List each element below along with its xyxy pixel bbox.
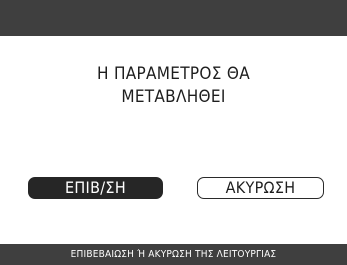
footer-hint: ΕΠΙΒΕΒΑΙΩΣΗ Ή ΑΚΥΡΩΣΗ ΤΗΣ ΛΕΙΤΟΥΡΓΙΑΣ [0,244,347,265]
parameter-change-dialog: Η ΠΑΡΑΜΕΤΡΟΣ ΘΑ ΜΕΤΑΒΛΗΘΕΙ ΕΠΙΒ/ΣΗ ΑΚΥΡΩ… [0,0,347,265]
confirm-button[interactable]: ΕΠΙΒ/ΣΗ [28,177,163,199]
dialog-body: Η ΠΑΡΑΜΕΤΡΟΣ ΘΑ ΜΕΤΑΒΛΗΘΕΙ ΕΠΙΒ/ΣΗ ΑΚΥΡΩ… [0,36,347,244]
dialog-message: Η ΠΑΡΑΜΕΤΡΟΣ ΘΑ ΜΕΤΑΒΛΗΘΕΙ [97,64,250,107]
cancel-button[interactable]: ΑΚΥΡΩΣΗ [197,177,324,199]
header-bar [0,0,347,37]
